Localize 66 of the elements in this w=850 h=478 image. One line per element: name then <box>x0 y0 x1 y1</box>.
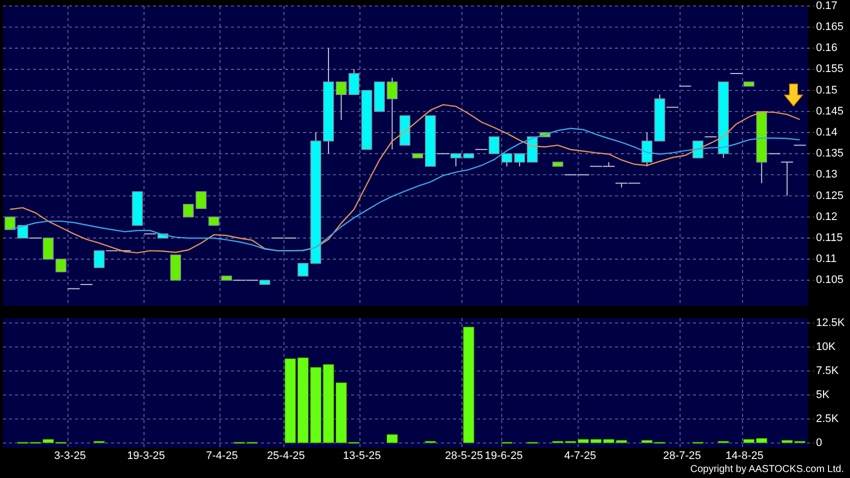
candlestick <box>208 216 220 226</box>
axis-label: 7-4-25 <box>206 450 238 462</box>
candlestick <box>80 284 93 285</box>
axis-label: 12.5K <box>816 316 845 329</box>
candlestick <box>642 132 652 167</box>
candlestick <box>412 153 424 158</box>
candlestick <box>463 153 474 158</box>
volume-bar <box>93 440 105 444</box>
axis-label: 19-3-25 <box>127 450 165 462</box>
candlestick <box>4 216 16 230</box>
candlestick <box>132 191 143 226</box>
axis-label: 0.135 <box>816 148 844 160</box>
volume-bar <box>718 440 730 444</box>
axis-label: 19-6-25 <box>484 450 523 462</box>
axis-label: 0.11 <box>816 253 837 266</box>
candlestick <box>678 86 692 87</box>
axis-label: 0.13 <box>816 168 838 181</box>
axis-label: 0.125 <box>816 190 844 202</box>
axis-label: 0.155 <box>816 63 844 76</box>
candlestick <box>56 258 66 272</box>
axis-label: 0.15 <box>816 84 838 96</box>
axis-label: 0.105 <box>816 274 844 286</box>
candlestick <box>730 73 743 74</box>
down-arrow-icon <box>784 84 804 107</box>
volume-bar <box>424 440 436 444</box>
candlestick <box>540 132 550 138</box>
volume-bar <box>692 442 704 444</box>
axis-label: 0.17 <box>816 0 838 12</box>
candlestick <box>374 82 385 112</box>
axis-label: 0.115 <box>816 232 843 244</box>
candlestick <box>793 144 806 146</box>
axis-label: 25-4-25 <box>266 450 305 462</box>
axis-label: 28-5-25 <box>445 450 483 462</box>
axis-label: 0 <box>816 436 822 449</box>
volume-bar <box>526 442 538 444</box>
axis-label: 7.5K <box>816 364 839 377</box>
axis-label: 0.145 <box>816 105 844 118</box>
axis-label: 10K <box>816 340 836 353</box>
volume-bar <box>386 434 398 444</box>
axis-label: 14-8-25 <box>726 450 764 462</box>
axis-label: 0.12 <box>816 210 838 223</box>
candlestick <box>196 191 206 209</box>
candlestick <box>552 162 564 167</box>
axis-label: 13-5-25 <box>343 450 381 462</box>
axis-label: 0.165 <box>816 21 844 33</box>
candlestick <box>744 82 754 87</box>
axis-label: 0.14 <box>816 126 838 138</box>
candlestick <box>170 254 182 281</box>
axis-label: 28-7-25 <box>663 450 702 462</box>
axis-label: 4-7-25 <box>564 450 596 462</box>
copyright-text: Copyright by AASTOCKS.com Ltd. <box>690 465 844 475</box>
volume-bar <box>501 442 513 444</box>
candlestick <box>361 90 372 150</box>
candlestick <box>514 153 525 167</box>
candlestick <box>182 204 194 218</box>
candlestick <box>298 262 308 276</box>
axis-label: 2.5K <box>816 412 839 425</box>
candlestick <box>501 153 512 167</box>
candlestick <box>400 115 410 146</box>
axis-label: 0.16 <box>816 42 838 54</box>
candlestick <box>348 68 360 96</box>
candlestick <box>336 81 347 120</box>
axis-label: 5K <box>816 388 830 401</box>
candlestick <box>780 162 794 196</box>
candlestick <box>67 288 80 290</box>
axis-label: 3-3-25 <box>54 450 86 462</box>
